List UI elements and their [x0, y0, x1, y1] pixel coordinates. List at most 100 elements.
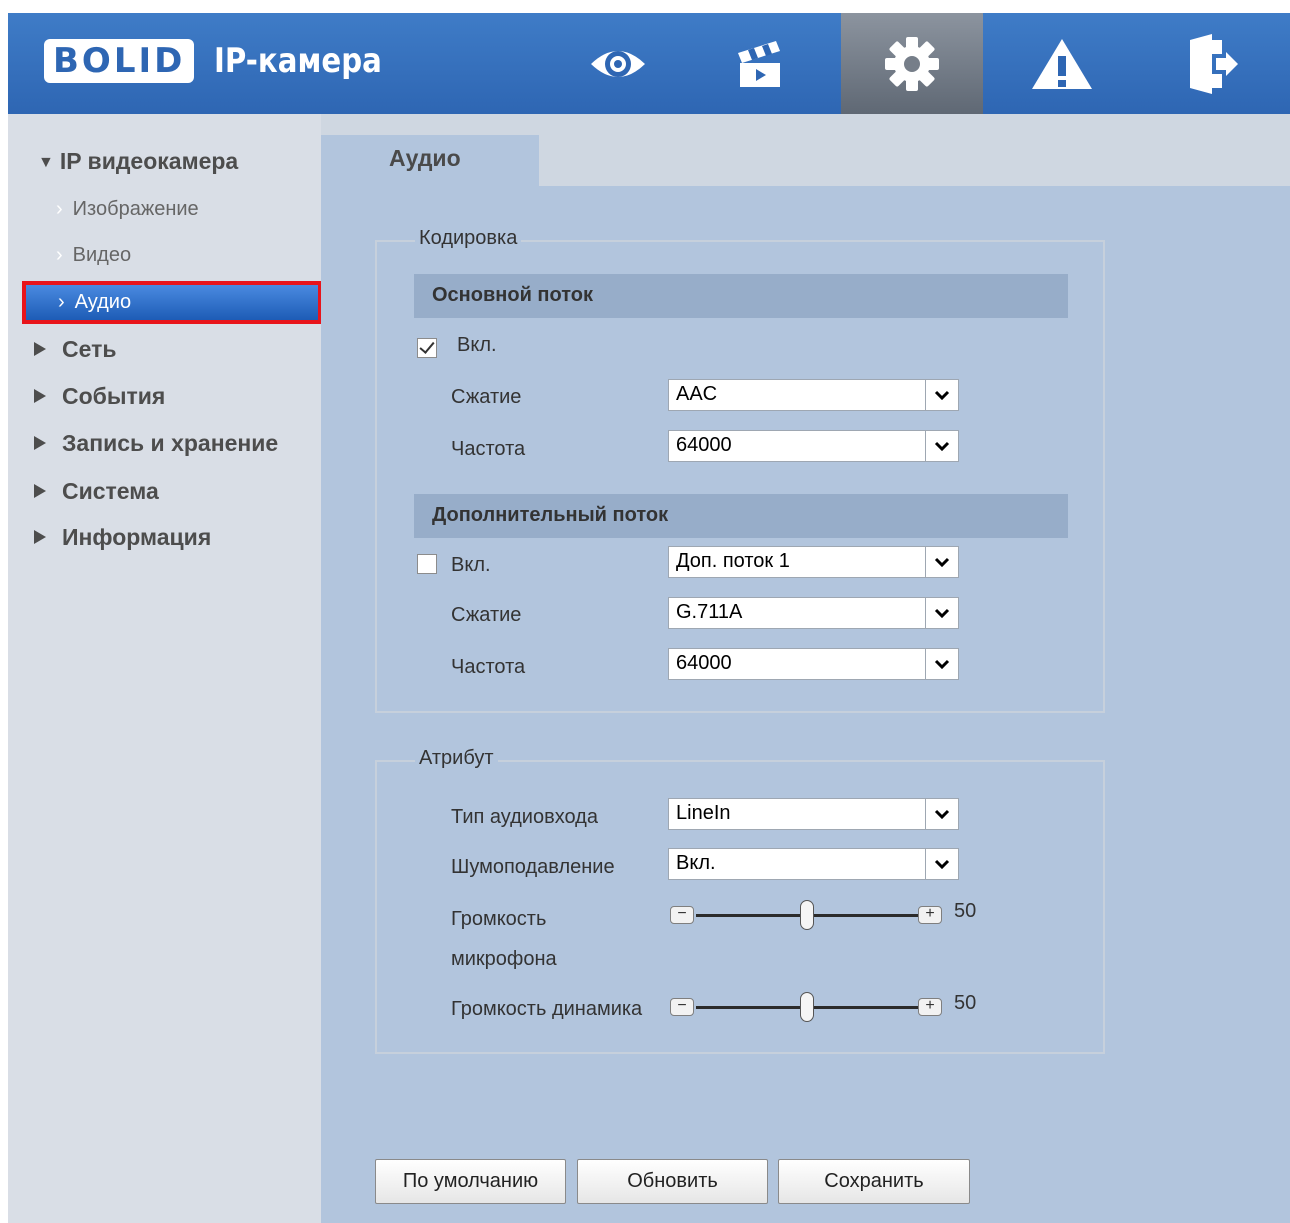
sidebar-group-system[interactable]: Система: [34, 478, 159, 505]
chevron-right-icon: ›: [56, 198, 63, 220]
eye-icon: [591, 50, 645, 77]
live-view-button[interactable]: [547, 13, 689, 114]
warning-icon: [1032, 38, 1092, 89]
main-compression-select[interactable]: AAC: [668, 379, 959, 411]
bolid-logo: BOLID: [44, 39, 195, 83]
mic-volume-label: Громкость: [451, 908, 547, 930]
increase-icon[interactable]: +: [918, 998, 942, 1016]
select-value: Доп. поток 1: [676, 550, 790, 572]
main-stream-enable-checkbox[interactable]: [417, 338, 437, 358]
speaker-volume-slider[interactable]: − + 50: [670, 992, 990, 1022]
tab-audio[interactable]: Аудио: [321, 135, 539, 186]
decrease-icon[interactable]: −: [670, 906, 694, 924]
sidebar-group-events[interactable]: События: [34, 383, 165, 410]
select-value: 64000: [676, 652, 732, 674]
extra-frequency-select[interactable]: 64000: [668, 648, 959, 680]
clapperboard-icon: [738, 40, 780, 87]
slider-thumb[interactable]: [800, 992, 814, 1022]
main-frequency-label: Частота: [451, 438, 526, 460]
sidebar-item-video[interactable]: › Видео: [56, 244, 131, 267]
sidebar-root-ip-camera[interactable]: ▼ IP видеокамера: [38, 148, 238, 175]
app-logo: BOLID IP-камера: [44, 37, 410, 85]
extra-stream-select[interactable]: Доп. поток 1: [668, 546, 959, 578]
tab-bar: Аудио: [321, 114, 1290, 186]
mic-volume-value: 50: [954, 900, 977, 922]
mic-volume-slider[interactable]: − + 50: [670, 900, 990, 930]
chevron-down-icon: [925, 547, 958, 577]
extra-stream-enable-checkbox[interactable]: [417, 554, 437, 574]
top-header: BOLID IP-камера: [8, 13, 1290, 114]
extra-compression-label: Сжатие: [451, 604, 522, 626]
logout-icon: [1190, 33, 1238, 94]
sidebar-root-label: IP видеокамера: [59, 148, 239, 174]
slider-thumb[interactable]: [800, 900, 814, 930]
section-title: Основной поток: [432, 284, 593, 306]
sidebar-group-label: Система: [62, 478, 159, 504]
sidebar-group-label: Запись и хранение: [62, 430, 279, 456]
main-compression-label: Сжатие: [451, 386, 522, 408]
noise-label: Шумоподавление: [451, 856, 615, 878]
main-panel: Аудио Кодировка Основной поток Вкл. Сжат…: [321, 114, 1290, 1223]
decrease-icon[interactable]: −: [670, 998, 694, 1016]
sidebar-item-label: Изображение: [72, 198, 199, 220]
gear-icon: [885, 36, 939, 91]
alarm-button[interactable]: [991, 13, 1133, 114]
speaker-volume-label: Громкость динамика: [451, 998, 643, 1020]
encoding-fieldset: Кодировка Основной поток Вкл. Сжатие AAC…: [375, 227, 1105, 713]
sidebar-item-audio[interactable]: › Аудио: [22, 281, 322, 324]
main-stream-header: Основной поток: [414, 274, 1068, 318]
settings-button[interactable]: [841, 13, 983, 114]
playback-button[interactable]: [689, 13, 831, 114]
sidebar-group-network[interactable]: Сеть: [34, 336, 117, 363]
select-value: Вкл.: [676, 852, 716, 874]
logout-button[interactable]: [1141, 13, 1283, 114]
chevron-down-icon: [925, 598, 958, 628]
sidebar-group-info[interactable]: Информация: [34, 524, 211, 551]
expand-triangle-icon: [34, 529, 46, 544]
save-button[interactable]: Сохранить: [778, 1159, 970, 1204]
collapse-triangle-icon: ▼: [38, 154, 54, 171]
input-type-label: Тип аудиовхода: [451, 806, 598, 828]
increase-icon[interactable]: +: [918, 906, 942, 924]
sidebar-item-label: Аудио: [74, 291, 132, 313]
extra-stream-header: Дополнительный поток: [414, 494, 1068, 538]
attribute-legend: Атрибут: [415, 747, 498, 770]
sidebar-item-label: Видео: [72, 244, 132, 266]
extra-compression-select[interactable]: G.711A: [668, 597, 959, 629]
refresh-button[interactable]: Обновить: [577, 1159, 768, 1204]
chevron-down-icon: [925, 380, 958, 410]
expand-triangle-icon: [34, 435, 46, 450]
noise-reduction-select[interactable]: Вкл.: [668, 848, 959, 880]
attribute-fieldset: Атрибут Тип аудиовхода LineIn Шумоподавл…: [375, 747, 1105, 1054]
main-stream-enable-label: Вкл.: [457, 334, 497, 356]
chevron-down-icon: [925, 799, 958, 829]
chevron-down-icon: [925, 849, 958, 879]
sidebar-group-recording[interactable]: Запись и хранение: [34, 430, 278, 457]
extra-stream-enable-label: Вкл.: [451, 554, 491, 576]
select-value: LineIn: [676, 802, 731, 824]
chevron-right-icon: ›: [56, 244, 63, 266]
chevron-down-icon: [925, 649, 958, 679]
section-title: Дополнительный поток: [432, 504, 669, 526]
sidebar: ▼ IP видеокамера › Изображение › Видео › Ауд…: [8, 114, 322, 1223]
chevron-down-icon: [925, 431, 958, 461]
expand-triangle-icon: [34, 388, 46, 403]
app-frame: BOLID IP-камера ▼ IP видеокамера › Изобр…: [8, 13, 1290, 1223]
sidebar-group-label: Сеть: [62, 336, 117, 362]
tab-label: Аудио: [389, 145, 461, 171]
select-value: AAC: [676, 383, 718, 405]
select-value: G.711A: [676, 601, 743, 623]
default-button[interactable]: По умолчанию: [375, 1159, 566, 1204]
extra-frequency-label: Частота: [451, 656, 526, 678]
expand-triangle-icon: [34, 341, 46, 356]
expand-triangle-icon: [34, 483, 46, 498]
speaker-volume-value: 50: [954, 992, 977, 1014]
main-frequency-select[interactable]: 64000: [668, 430, 959, 462]
app-title: IP-камера: [214, 41, 383, 81]
encoding-legend: Кодировка: [415, 227, 522, 250]
sidebar-group-label: Информация: [62, 524, 212, 550]
input-type-select[interactable]: LineIn: [668, 798, 959, 830]
chevron-right-icon: ›: [58, 291, 65, 313]
mic-volume-label-line2: микрофона: [451, 948, 557, 970]
sidebar-item-image[interactable]: › Изображение: [56, 198, 199, 221]
